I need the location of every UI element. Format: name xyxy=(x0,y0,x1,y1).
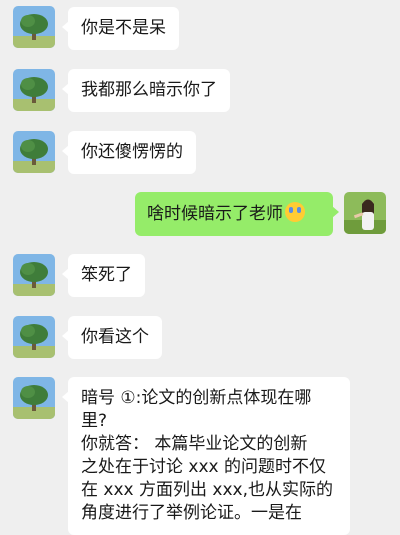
message-bubble-incoming[interactable]: 你是不是呆 xyxy=(62,7,179,50)
contact-avatar[interactable] xyxy=(13,6,55,48)
user-avatar[interactable] xyxy=(344,192,386,234)
contact-avatar[interactable] xyxy=(13,254,55,296)
message-text-line: 在 xxx 方面列出 xxx,也从实际的 xyxy=(81,480,333,500)
crying-face-emoji-icon xyxy=(285,202,305,222)
message-text: 笨死了 xyxy=(81,265,132,285)
user-photo-avatar-icon xyxy=(344,192,386,234)
message-bubble-incoming[interactable]: 我都那么暗示你了 xyxy=(62,69,230,112)
message-bubble-incoming[interactable]: 笨死了 xyxy=(62,254,145,297)
tree-avatar-icon xyxy=(13,254,55,296)
message-text: 你看这个 xyxy=(81,327,149,347)
message-text-line: 你就答： 本篇毕业论文的创新 xyxy=(81,434,308,454)
message-text: 你是不是呆 xyxy=(81,18,166,38)
contact-avatar[interactable] xyxy=(13,316,55,358)
message-text-line: 之处在于讨论 xxx 的问题时不仅 xyxy=(81,457,326,477)
tree-avatar-icon xyxy=(13,69,55,111)
contact-avatar[interactable] xyxy=(13,131,55,173)
message-text-line: 暗号 ①:论文的创新点体现在哪 xyxy=(81,388,312,408)
contact-avatar[interactable] xyxy=(13,377,55,419)
message-bubble-incoming[interactable]: 暗号 ①:论文的创新点体现在哪 里? 你就答： 本篇毕业论文的创新 之处在于讨论… xyxy=(62,377,350,535)
message-bubble-outgoing[interactable]: 啥时候暗示了老师 xyxy=(135,192,339,236)
tree-avatar-icon xyxy=(13,377,55,419)
message-text: 我都那么暗示你了 xyxy=(81,80,217,100)
contact-avatar[interactable] xyxy=(13,69,55,111)
tree-avatar-icon xyxy=(13,316,55,358)
tree-avatar-icon xyxy=(13,6,55,48)
message-text: 啥时候暗示了老师 xyxy=(147,204,283,224)
message-text: 你还傻愣愣的 xyxy=(81,142,183,162)
message-bubble-incoming[interactable]: 你还傻愣愣的 xyxy=(62,131,196,174)
tree-avatar-icon xyxy=(13,131,55,173)
message-bubble-incoming[interactable]: 你看这个 xyxy=(62,316,162,359)
message-text-line: 里? xyxy=(81,411,108,431)
